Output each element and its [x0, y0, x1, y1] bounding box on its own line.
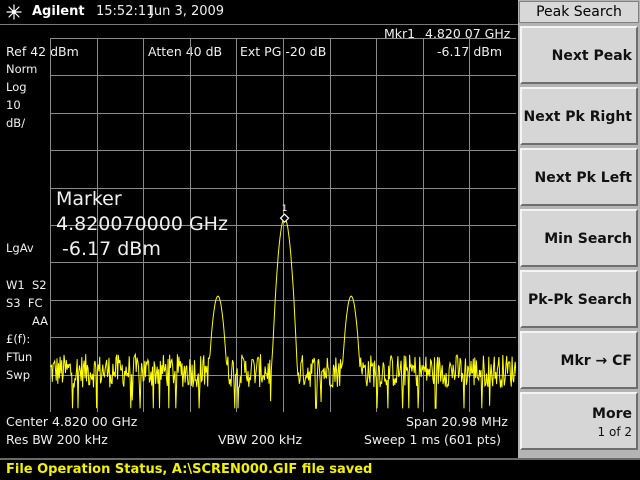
pk-pk-search-label: Pk-Pk Search — [527, 292, 632, 308]
more-label: More — [592, 406, 632, 422]
center-frequency: Center 4.820 00 GHz — [6, 414, 138, 429]
sweep-label: Swp — [6, 368, 31, 382]
next-peak-label: Next Peak — [551, 48, 632, 64]
next-pk-right-label: Next Pk Right — [523, 109, 632, 125]
trace-status-s3fc: S3 FC — [6, 296, 43, 310]
marker-readout-amplitude: -6.17 dBm — [56, 238, 161, 260]
marker-readout-title: Marker — [56, 188, 122, 210]
softkey-menu: Peak Search Next Peak Next Pk Right Next… — [518, 0, 640, 458]
more-page-indicator: 1 of 2 — [597, 425, 632, 439]
status-message: File Operation Status, A:\SCREN000.GIF f… — [6, 462, 373, 477]
agilent-spark-icon — [6, 4, 22, 20]
next-pk-left-label: Next Pk Left — [534, 170, 632, 186]
mkr-to-cf-label: Mkr → CF — [560, 353, 632, 369]
resolution-bandwidth: Res BW 200 kHz — [6, 432, 108, 447]
clock-time: 15:52:11 — [96, 4, 155, 19]
scale-value: 10 — [6, 98, 21, 112]
averaging-mode: LgAv — [6, 241, 34, 255]
marker-number-label: 1 — [282, 204, 288, 214]
scale-unit: dB/ — [6, 116, 26, 130]
status-bar: File Operation Status, A:\SCREN000.GIF f… — [0, 458, 640, 480]
mkr-to-cf-button[interactable]: Mkr → CF — [520, 331, 638, 389]
next-peak-button[interactable]: Next Peak — [520, 26, 638, 84]
more-button[interactable]: More 1 of 2 — [520, 392, 638, 450]
ftun-label: FTun — [6, 350, 33, 364]
marker-diamond — [279, 213, 290, 224]
pk-pk-search-button[interactable]: Pk-Pk Search — [520, 270, 638, 328]
next-pk-left-button[interactable]: Next Pk Left — [520, 148, 638, 206]
sweep-time: Sweep 1 ms (601 pts) — [364, 432, 501, 447]
brand-name: Agilent — [32, 4, 85, 19]
min-search-label: Min Search — [544, 231, 632, 247]
next-pk-right-button[interactable]: Next Pk Right — [520, 87, 638, 145]
video-bandwidth: VBW 200 kHz — [218, 432, 303, 447]
marker-readout-frequency: 4.820070000 GHz — [56, 213, 228, 235]
display-screen: Agilent 15:52:11 Jun 3, 2009 Mkr1 4.820 … — [0, 0, 518, 458]
trace-status-aa: AA — [32, 314, 49, 328]
menu-title: Peak Search — [519, 1, 639, 23]
frequency-span: Span 20.98 MHz — [406, 414, 508, 429]
scale-type: Log — [6, 80, 27, 94]
clock-date: Jun 3, 2009 — [150, 4, 225, 19]
function-label: £(f): — [6, 332, 31, 346]
trace-status-w1s2: W1 S2 — [6, 278, 47, 292]
detector-mode: Norm — [6, 62, 38, 76]
min-search-button[interactable]: Min Search — [520, 209, 638, 267]
title-bar: Agilent 15:52:11 Jun 3, 2009 — [0, 0, 518, 25]
